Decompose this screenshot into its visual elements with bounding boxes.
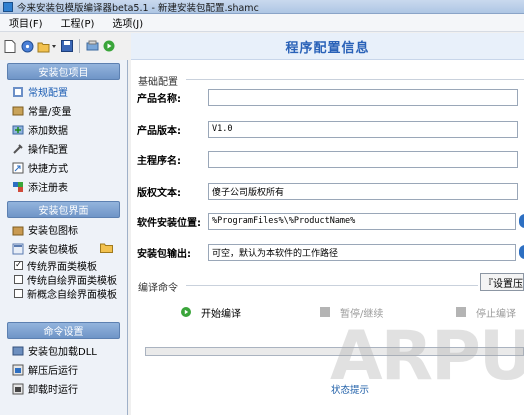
output-label: 安装包输出: <box>137 248 191 260</box>
compression-settings-button[interactable]: 『设置压缩 <box>480 273 524 291</box>
output-row: 安装包输出: 可空，默认为本软件的工作路径 <box>137 243 524 261</box>
menu-options[interactable]: 选项(J) <box>103 15 152 30</box>
browse-output-button[interactable] <box>519 245 524 259</box>
product-name-label: 产品名称: <box>137 93 181 105</box>
product-name-row: 产品名称: <box>137 88 524 106</box>
run-on-uninstall-icon <box>12 383 24 395</box>
toolbar <box>0 33 132 59</box>
sidebar: 安装包项目 常规配置 常量/变量 添加数据 操作配置 快捷方式 添注册表 安装包… <box>0 60 128 415</box>
add-data-icon <box>12 124 24 136</box>
checkbox-checked[interactable]: ✓ <box>14 260 23 270</box>
main-program-label: 主程序名: <box>137 155 181 167</box>
main-program-input[interactable] <box>208 150 518 168</box>
page-title: 程序配置信息 <box>131 33 524 60</box>
package-icon <box>12 224 24 236</box>
operation-icon <box>12 143 24 155</box>
sidebar-item-operations[interactable]: 操作配置 <box>0 139 127 158</box>
menu-bar: 项目(F) 工程(P) 选项(J) <box>0 14 524 32</box>
play-icon <box>181 307 191 317</box>
pause-resume-button[interactable]: 暂停/继续 <box>320 305 383 320</box>
group-label-compile: 编译命令 <box>138 283 178 294</box>
compile-progress-bar <box>145 347 524 356</box>
template-option-classic[interactable]: ✓ 传统界面类模板 <box>0 258 127 273</box>
section-header-commands[interactable]: 命令设置 <box>7 322 120 339</box>
pause-icon <box>320 307 330 317</box>
stop-icon <box>456 307 466 317</box>
main-program-row: 主程序名: <box>137 150 524 168</box>
disc-icon[interactable] <box>20 39 34 53</box>
registry-icon <box>12 181 24 193</box>
app-icon <box>3 1 13 12</box>
build-icon[interactable] <box>85 39 99 53</box>
sidebar-item-variables[interactable]: 常量/变量 <box>0 101 127 120</box>
title-bar: 今来安装包模版编译器beta5.1 - 新建安装包配置.shamc <box>0 0 524 14</box>
copyright-label: 版权文本: <box>137 187 181 199</box>
browse-install-location-button[interactable] <box>519 214 524 228</box>
install-location-label: 软件安装位置: <box>137 217 201 229</box>
section-header-project[interactable]: 安装包项目 <box>7 63 120 80</box>
sidebar-item-load-dll[interactable]: 安装包加载DLL <box>0 341 127 360</box>
run-after-extract-icon <box>12 364 24 376</box>
sidebar-item-package-template[interactable]: 安装包模板 <box>0 239 127 258</box>
copyright-input[interactable]: 傻子公司版权所有 <box>208 182 518 200</box>
stop-compile-button[interactable]: 停止编译 <box>456 305 516 320</box>
output-input[interactable]: 可空，默认为本软件的工作路径 <box>208 243 516 261</box>
status-text: 状态提示 <box>331 385 370 396</box>
install-location-input[interactable]: %ProgramFiles%\%ProductName% <box>208 212 516 230</box>
section-header-ui[interactable]: 安装包界面 <box>7 201 120 218</box>
group-label-basic: 基础配置 <box>138 77 178 88</box>
dll-icon <box>12 345 24 357</box>
shortcut-icon <box>12 162 24 174</box>
variable-icon <box>12 105 24 117</box>
run-icon[interactable] <box>102 39 116 53</box>
menu-workspace[interactable]: 工程(P) <box>52 15 104 30</box>
settings-icon <box>12 86 24 98</box>
install-location-row: 软件安装位置: %ProgramFiles%\%ProductName% <box>137 212 524 230</box>
sidebar-item-run-on-uninstall[interactable]: 卸载时运行 <box>0 379 127 398</box>
copyright-row: 版权文本: 傻子公司版权所有 <box>137 182 524 200</box>
sidebar-item-run-after-extract[interactable]: 解压后运行 <box>0 360 127 379</box>
sidebar-item-general-config[interactable]: 常规配置 <box>0 82 127 101</box>
product-version-row: 产品版本: V1.0 <box>137 120 524 138</box>
sidebar-item-package-icon[interactable]: 安装包图标 <box>0 220 127 239</box>
product-version-label: 产品版本: <box>137 125 181 137</box>
group-divider <box>186 285 478 286</box>
menu-project[interactable]: 项目(F) <box>0 15 52 30</box>
toolbar-separator <box>79 39 80 53</box>
window-title: 今来安装包模版编译器beta5.1 - 新建安装包配置.shamc <box>17 2 259 14</box>
new-file-icon[interactable] <box>3 39 17 53</box>
folder-icon[interactable] <box>100 242 113 256</box>
checkbox[interactable] <box>14 274 23 284</box>
checkbox[interactable] <box>14 288 23 298</box>
group-divider <box>186 79 524 80</box>
product-version-input[interactable]: V1.0 <box>208 120 518 138</box>
sidebar-item-registry[interactable]: 添注册表 <box>0 177 127 196</box>
main-panel: 程序配置信息 基础配置 产品名称: 产品版本: V1.0 主程序名: 版权文本:… <box>131 33 524 415</box>
compile-buttons: 开始编译 暂停/继续 停止编译 <box>175 303 524 321</box>
sidebar-item-add-data[interactable]: 添加数据 <box>0 120 127 139</box>
template-option-new-concept[interactable]: 新概念自绘界面模板 <box>0 286 127 301</box>
save-icon[interactable] <box>60 39 74 53</box>
start-compile-button[interactable]: 开始编译 <box>181 305 241 320</box>
product-name-input[interactable] <box>208 88 518 106</box>
template-icon <box>12 243 24 255</box>
template-option-classic-custom[interactable]: 传统自绘界面类模板 <box>0 272 127 287</box>
open-folder-icon[interactable] <box>37 39 57 53</box>
sidebar-item-shortcuts[interactable]: 快捷方式 <box>0 158 127 177</box>
